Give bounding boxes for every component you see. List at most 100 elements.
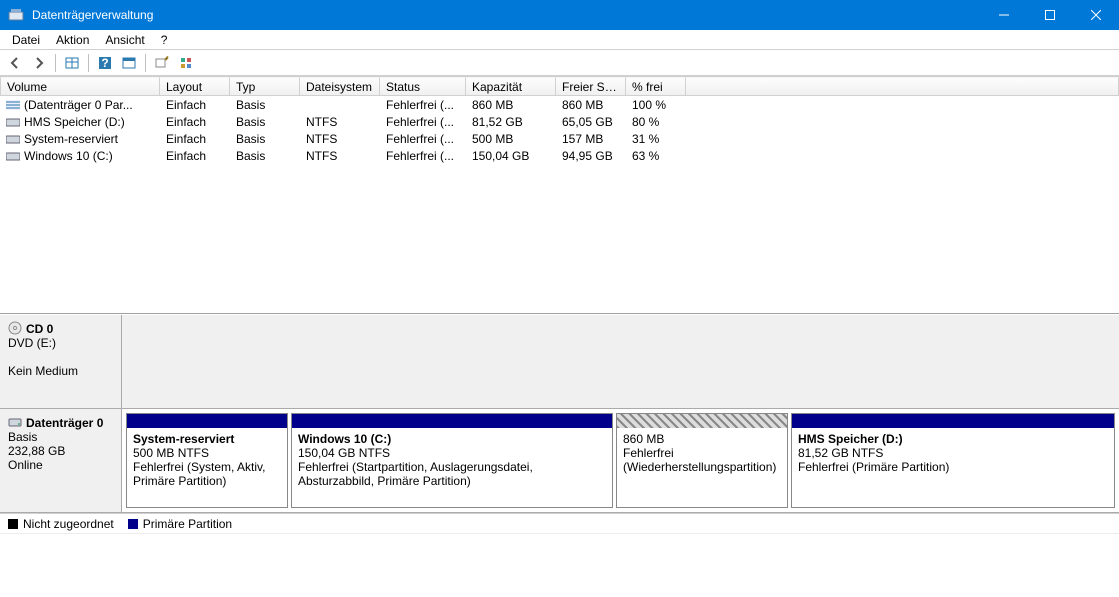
volume-fs: NTFS [300, 115, 380, 129]
volume-type: Basis [230, 149, 300, 163]
volume-pct: 80 % [626, 115, 686, 129]
help-button[interactable]: ? [94, 52, 116, 74]
volume-fs: NTFS [300, 149, 380, 163]
menu-file[interactable]: Datei [4, 31, 48, 49]
volume-fs: NTFS [300, 132, 380, 146]
col-pct[interactable]: % frei [626, 77, 686, 95]
menu-help[interactable]: ? [153, 31, 176, 49]
volume-list[interactable]: (Datenträger 0 Par...EinfachBasisFehlerf… [0, 96, 1119, 314]
legend-unallocated: Nicht zugeordnet [8, 517, 114, 531]
forward-button[interactable] [28, 52, 50, 74]
volume-name: Windows 10 (C:) [24, 149, 113, 163]
minimize-button[interactable] [981, 0, 1027, 30]
col-capacity[interactable]: Kapazität [466, 77, 556, 95]
disk0-state: Online [8, 458, 43, 472]
disk0-type: Basis [8, 430, 37, 444]
toolbar-separator [88, 54, 89, 72]
partition-stripe [792, 414, 1114, 428]
volume-type: Basis [230, 98, 300, 112]
volume-layout: Einfach [160, 149, 230, 163]
titlebar: Datenträgerverwaltung [0, 0, 1119, 30]
volume-icon [6, 133, 20, 143]
volume-status: Fehlerfrei (... [380, 98, 466, 112]
volume-name: HMS Speicher (D:) [24, 115, 125, 129]
volume-icon [6, 99, 20, 109]
partition[interactable]: Windows 10 (C:)150,04 GB NTFSFehlerfrei … [291, 413, 613, 508]
volume-type: Basis [230, 115, 300, 129]
partition-size: 860 MB [623, 432, 664, 446]
menu-view[interactable]: Ansicht [97, 31, 152, 49]
volume-layout: Einfach [160, 98, 230, 112]
disk0-header: Datenträger 0 [26, 416, 103, 430]
col-volume[interactable]: Volume [0, 77, 160, 95]
disk-row-cd0[interactable]: CD 0 DVD (E:) Kein Medium [0, 315, 1119, 409]
menubar: Datei Aktion Ansicht ? [0, 30, 1119, 50]
volume-row[interactable]: Windows 10 (C:) EinfachBasisNTFSFehlerfre… [0, 147, 1119, 164]
partition-stripe [617, 414, 787, 428]
volume-free: 94,95 GB [556, 149, 626, 163]
legend-primary: Primäre Partition [128, 517, 232, 531]
cd-empty-area [122, 315, 1119, 408]
properties-button[interactable] [151, 52, 173, 74]
partition-size: 500 MB NTFS [133, 446, 209, 460]
partition[interactable]: 860 MBFehlerfrei (Wiederherstellungspart… [616, 413, 788, 508]
disk0-partitions: System-reserviert500 MB NTFSFehlerfrei (… [122, 409, 1119, 512]
cd-dvd-label: DVD (E:) [8, 336, 56, 350]
volume-status: Fehlerfrei (... [380, 149, 466, 163]
volume-row[interactable]: (Datenträger 0 Par...EinfachBasisFehlerf… [0, 96, 1119, 113]
disk-label-disk0: Datenträger 0 Basis 232,88 GB Online [0, 409, 122, 512]
refresh-button[interactable] [175, 52, 197, 74]
partition-size: 81,52 GB NTFS [798, 446, 883, 460]
volume-layout: Einfach [160, 132, 230, 146]
partition-status: Fehlerfrei (Startpartition, Auslagerungs… [298, 460, 533, 488]
col-type[interactable]: Typ [230, 77, 300, 95]
menu-action[interactable]: Aktion [48, 31, 97, 49]
toolbar: ? [0, 50, 1119, 76]
window-controls [981, 0, 1119, 30]
view-graphical-button[interactable] [118, 52, 140, 74]
partition[interactable]: HMS Speicher (D:)81,52 GB NTFSFehlerfrei… [791, 413, 1115, 508]
volume-capacity: 860 MB [466, 98, 556, 112]
volume-row[interactable]: System-reserviert EinfachBasisNTFSFehlerf… [0, 130, 1119, 147]
volume-status: Fehlerfrei (... [380, 115, 466, 129]
close-button[interactable] [1073, 0, 1119, 30]
toolbar-separator [55, 54, 56, 72]
volume-pct: 100 % [626, 98, 686, 112]
maximize-button[interactable] [1027, 0, 1073, 30]
disk-label-cd0: CD 0 DVD (E:) Kein Medium [0, 315, 122, 408]
volume-row[interactable]: HMS Speicher (D:) EinfachBasisNTFSFehlerf… [0, 113, 1119, 130]
volume-capacity: 150,04 GB [466, 149, 556, 163]
disk-row-disk0[interactable]: Datenträger 0 Basis 232,88 GB Online Sys… [0, 409, 1119, 513]
partition-status: Fehlerfrei (Primäre Partition) [798, 460, 949, 474]
cd-icon [8, 321, 22, 335]
back-button[interactable] [4, 52, 26, 74]
partition-size: 150,04 GB NTFS [298, 446, 390, 460]
volume-capacity: 500 MB [466, 132, 556, 146]
volume-type: Basis [230, 132, 300, 146]
volume-free: 65,05 GB [556, 115, 626, 129]
volume-pct: 63 % [626, 149, 686, 163]
view-list-button[interactable] [61, 52, 83, 74]
svg-text:?: ? [101, 56, 108, 70]
window-bottom-border [0, 533, 1119, 557]
col-layout[interactable]: Layout [160, 77, 230, 95]
col-free[interactable]: Freier Sp... [556, 77, 626, 95]
col-status[interactable]: Status [380, 77, 466, 95]
volume-free: 860 MB [556, 98, 626, 112]
partition[interactable]: System-reserviert500 MB NTFSFehlerfrei (… [126, 413, 288, 508]
partition-stripe [292, 414, 612, 428]
col-fs[interactable]: Dateisystem [300, 77, 380, 95]
disk-graphical-view: CD 0 DVD (E:) Kein Medium Datenträger 0 … [0, 314, 1119, 513]
volume-free: 157 MB [556, 132, 626, 146]
hdd-icon [8, 415, 22, 429]
partition-status: Fehlerfrei (System, Aktiv, Primäre Parti… [133, 460, 265, 488]
legend-bar: Nicht zugeordnet Primäre Partition [0, 513, 1119, 533]
partition-title: Windows 10 (C:) [298, 432, 391, 446]
partition-title: System-reserviert [133, 432, 234, 446]
partition-stripe [127, 414, 287, 428]
volume-name: System-reserviert [24, 132, 118, 146]
volume-status: Fehlerfrei (... [380, 132, 466, 146]
volume-columns: Volume Layout Typ Dateisystem Status Kap… [0, 76, 1119, 96]
cd-header: CD 0 [26, 322, 53, 336]
volume-layout: Einfach [160, 115, 230, 129]
